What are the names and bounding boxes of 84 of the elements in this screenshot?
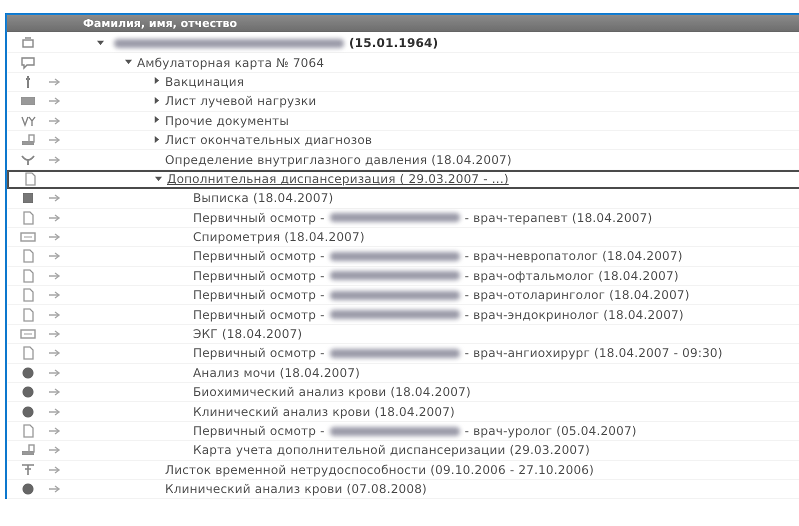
tree-row[interactable]: Клинический анализ крови (07.08.2008)	[7, 480, 799, 500]
row-label: - врач-эндокринолог (18.04.2007)	[464, 308, 684, 322]
collapsed-caret-icon[interactable]	[153, 77, 160, 84]
tree-row[interactable]: Прочие документы	[7, 112, 799, 131]
arrow-icon[interactable]	[48, 212, 62, 223]
tree-row[interactable]: ЭКГ (18.04.2007)	[7, 324, 799, 344]
row-label: Дополнительная диспансеризация ( 29.03.2007 - ...)	[167, 172, 509, 186]
row-label: Амбулаторная карта № 7064	[137, 56, 324, 70]
tree-row[interactable]: Первичный осмотр - - врач-терапевт (18.04.2007)	[7, 208, 799, 228]
row-label: Первичный осмотр -	[193, 249, 325, 264]
arrow-icon[interactable]	[48, 445, 62, 456]
arrow-icon[interactable]	[48, 116, 62, 126]
arrow-icon[interactable]	[48, 232, 62, 242]
row-label: (15.01.1964)	[349, 36, 438, 50]
arrow-icon[interactable]	[48, 484, 62, 494]
row-label: ЭКГ (18.04.2007)	[193, 327, 302, 342]
tree-row[interactable]: Вакцинация	[7, 72, 799, 92]
arrow-icon[interactable]	[48, 348, 62, 358]
collapsed-caret-icon[interactable]	[153, 96, 160, 104]
row-label: Лист окончательных диагнозов	[165, 133, 372, 148]
row-label: Спирометрия (18.04.2007)	[193, 230, 365, 244]
tree-row[interactable]: Листок временной нетрудоспособности (09.10.2006 - 27.10.2006)	[7, 460, 799, 480]
arrow-icon[interactable]	[48, 426, 62, 436]
arrow-icon[interactable]	[48, 76, 62, 87]
arrow-icon[interactable]	[48, 270, 62, 281]
row-label: Первичный осмотр -	[193, 210, 325, 225]
collapsed-caret-icon[interactable]	[153, 116, 160, 124]
tree-row[interactable]: Амбулаторная карта № 7064	[7, 53, 799, 73]
tree-row[interactable]: Спирометрия (18.04.2007)	[7, 228, 799, 248]
tree-row[interactable]: Анализ мочи (18.04.2007)	[7, 364, 799, 384]
arrow-icon[interactable]	[48, 464, 62, 475]
tree-row[interactable]: Первичный осмотр - - врач-эндокринолог (18.04.2007)	[7, 305, 799, 325]
expanded-caret-icon[interactable]	[125, 58, 132, 66]
arrow-icon[interactable]	[48, 193, 62, 204]
tree-row[interactable]: Клинический анализ крови (18.04.2007)	[7, 402, 799, 422]
expanded-caret-icon[interactable]	[155, 174, 162, 182]
row-label: - врач-офтальмолог (18.04.2007)	[464, 268, 679, 283]
row-label: Первичный осмотр -	[193, 308, 325, 322]
arrow-icon[interactable]	[48, 154, 62, 165]
arrow-icon[interactable]	[48, 251, 62, 262]
row-label: Прочие документы	[165, 114, 290, 128]
row-label: Лист лучевой нагрузки	[165, 94, 316, 108]
tree-row[interactable]: Лист окончательных диагнозов	[7, 130, 799, 150]
tree-row[interactable]: Лист лучевой нагрузки	[7, 92, 799, 112]
collapsed-caret-icon[interactable]	[153, 136, 160, 143]
arrow-icon[interactable]	[48, 135, 62, 146]
row-label: - врач-ангиохирург (18.04.2007 - 09:30)	[464, 346, 723, 360]
tree-row[interactable]: Первичный осмотр - - врач-уролог (05.04.2007)	[7, 422, 799, 442]
row-label: Карта учета дополнительной диспансеризации (29.03.2007)	[193, 443, 590, 458]
tree-row[interactable]: Первичный осмотр - - врач-офтальмолог (18.04.2007)	[7, 266, 799, 286]
row-label: Первичный осмотр -	[193, 424, 325, 438]
tree-row[interactable]: Дополнительная диспансеризация ( 29.03.2007 - ...)	[7, 170, 799, 190]
arrow-icon[interactable]	[48, 368, 62, 378]
arrow-icon[interactable]	[48, 310, 62, 320]
row-label: Биохимический анализ крови (18.04.2007)	[193, 385, 471, 400]
row-label: Вакцинация	[165, 74, 244, 89]
row-label: Первичный осмотр -	[193, 346, 325, 360]
row-label: Первичный осмотр -	[193, 288, 325, 302]
column-header[interactable]: Фамилия, имя, отчество	[83, 17, 237, 30]
row-label: - врач-уролог (05.04.2007)	[464, 424, 637, 438]
tree-row[interactable]: Первичный осмотр - - врач-невропатолог (18.04.2007)	[7, 247, 799, 267]
tree-row[interactable]: Первичный осмотр - - врач-отоларинголог (18.04.2007)	[7, 286, 799, 306]
expanded-caret-icon[interactable]	[97, 38, 104, 46]
row-label: Первичный осмотр -	[193, 268, 325, 283]
tree-row[interactable]: Первичный осмотр - - врач-ангиохирург (18.04.2007 - 09:30)	[7, 344, 799, 364]
row-label: Листок временной нетрудоспособности (09.10.2006 - 27.10.2006)	[165, 462, 594, 477]
arrow-icon[interactable]	[48, 290, 62, 300]
row-label: - врач-отоларинголог (18.04.2007)	[464, 288, 690, 302]
row-label: Клинический анализ крови (07.08.2008)	[165, 482, 427, 496]
tree-row[interactable]: Карта учета дополнительной диспансеризации (29.03.2007)	[7, 441, 799, 461]
row-label: - врач-терапевт (18.04.2007)	[464, 210, 652, 225]
tree-row[interactable]: (15.01.1964)	[7, 34, 799, 54]
arrow-icon[interactable]	[48, 96, 62, 106]
arrow-icon[interactable]	[48, 387, 62, 398]
row-label: Клинический анализ крови (18.04.2007)	[193, 404, 455, 419]
row-label: Выписка (18.04.2007)	[193, 191, 334, 206]
tree-row[interactable]: Выписка (18.04.2007)	[7, 189, 799, 209]
tree-row[interactable]: Биохимический анализ крови (18.04.2007)	[7, 383, 799, 402]
row-label: Анализ мочи (18.04.2007)	[193, 366, 360, 380]
arrow-icon[interactable]	[48, 406, 62, 417]
tree-row[interactable]: Определение внутриглазного давления (18.04.2007)	[7, 150, 799, 170]
row-label: Определение внутриглазного давления (18.04.2007)	[165, 152, 512, 167]
row-label: - врач-невропатолог (18.04.2007)	[464, 249, 683, 264]
arrow-icon[interactable]	[48, 329, 62, 340]
